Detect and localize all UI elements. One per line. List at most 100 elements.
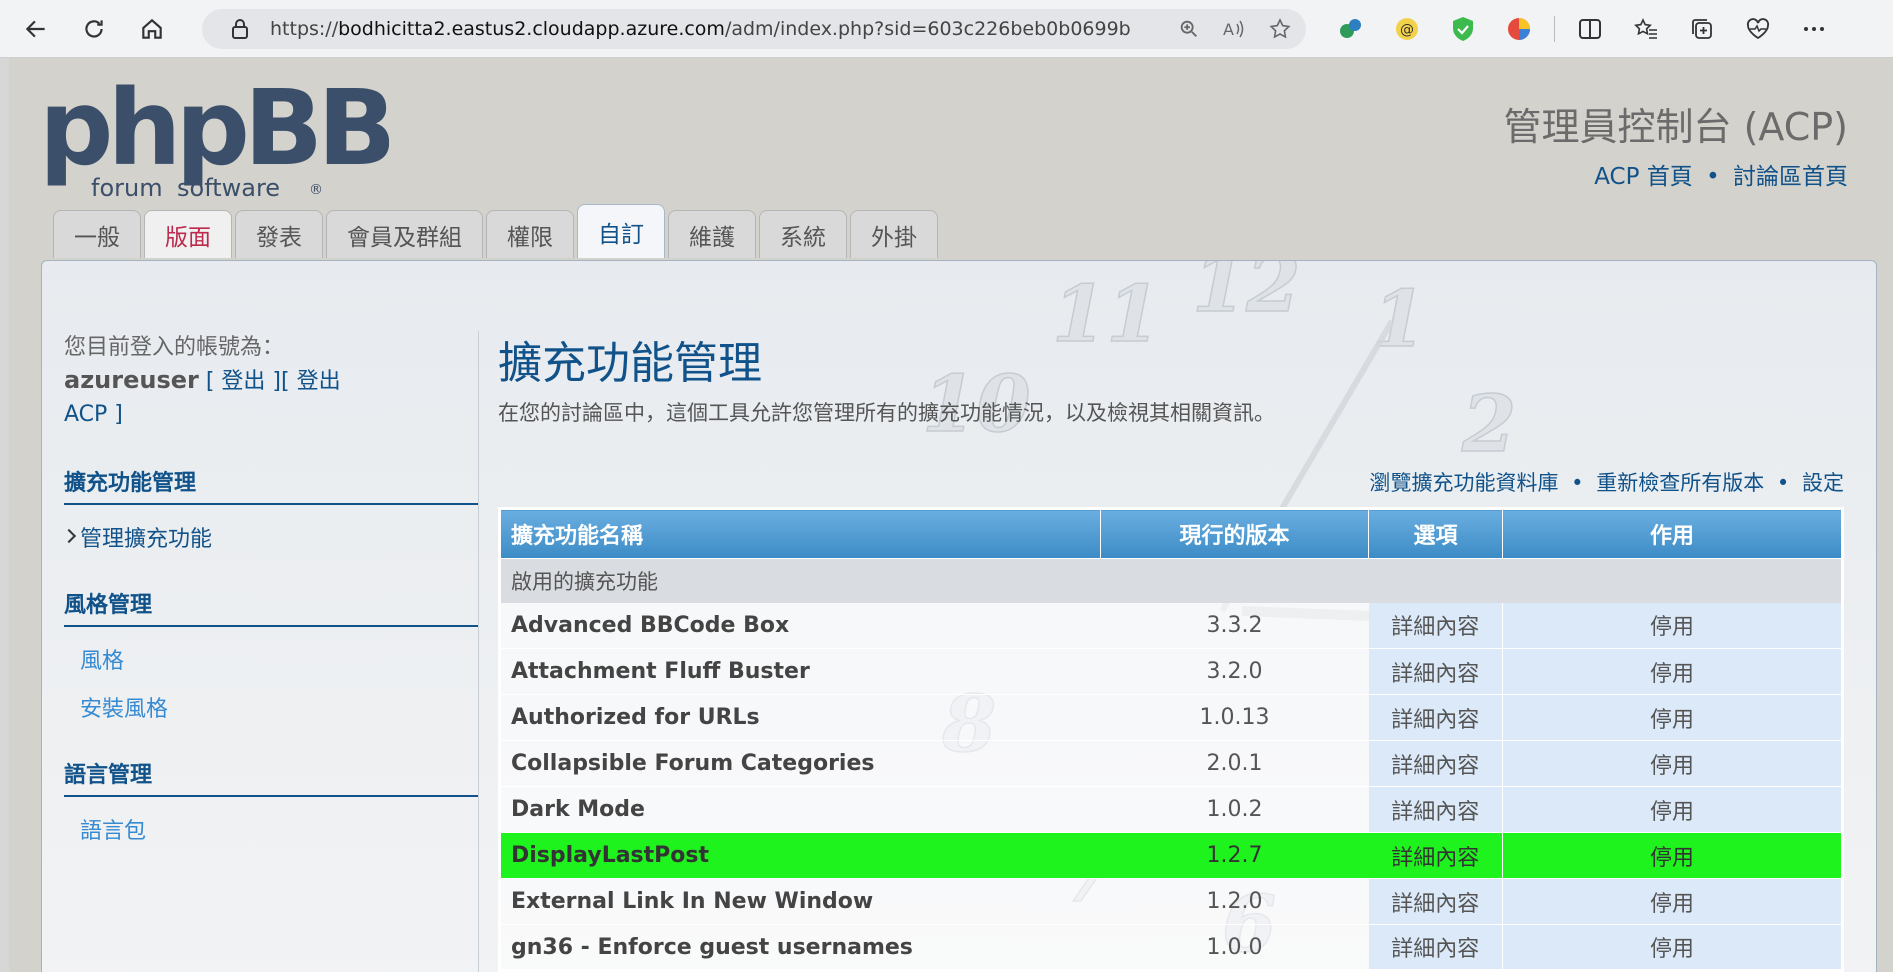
svg-text:software: software [177, 174, 280, 202]
recheck-versions-link[interactable]: 重新檢查所有版本 [1596, 471, 1764, 495]
sidebar-divider [478, 331, 479, 972]
home-button[interactable] [130, 7, 174, 51]
details-link[interactable]: 詳細內容 [1368, 602, 1503, 649]
table-row: Attachment Fluff Buster 3.2.0 詳細內容 停用 [499, 648, 1843, 695]
svg-text:12: 12 [1192, 261, 1301, 330]
sidebar-item-styles[interactable]: 風格 [64, 643, 374, 675]
extension-name: External Link In New Window [499, 878, 1101, 925]
disable-link[interactable]: 停用 [1502, 602, 1843, 649]
column-header-actions: 作用 [1502, 508, 1843, 559]
extensions-table: 擴充功能名稱 現行的版本 選項 作用 啟用的擴充功能 Advanced BBCo… [498, 507, 1844, 972]
favorites-icon[interactable] [1625, 8, 1667, 50]
table-row: Advanced BBCode Box 3.3.2 詳細內容 停用 [499, 602, 1843, 649]
extension-version: 1.2.7 [1100, 832, 1369, 879]
username: azureuser [64, 366, 199, 394]
disable-link[interactable]: 停用 [1502, 878, 1843, 925]
split-screen-icon[interactable] [1569, 8, 1611, 50]
logout-link[interactable]: [ 登出 ] [206, 369, 281, 394]
details-link[interactable]: 詳細內容 [1368, 694, 1503, 741]
refresh-button[interactable] [72, 7, 116, 51]
disable-link[interactable]: 停用 [1502, 740, 1843, 787]
link-separator: • [1706, 164, 1720, 190]
settings-link[interactable]: 設定 [1802, 471, 1844, 495]
acp-home-link[interactable]: ACP 首頁 [1594, 164, 1693, 190]
details-link[interactable]: 詳細內容 [1368, 786, 1503, 833]
browse-extensions-db-link[interactable]: 瀏覽擴充功能資料庫 [1369, 471, 1558, 495]
details-link[interactable]: 詳細內容 [1368, 832, 1503, 879]
extension-shield-icon[interactable] [1442, 8, 1484, 50]
url-text[interactable]: https://bodhicitta2.eastus2.cloudapp.azu… [270, 18, 1130, 40]
address-bar[interactable]: https://bodhicitta2.eastus2.cloudapp.azu… [202, 9, 1306, 49]
lock-icon [220, 18, 260, 40]
svg-text:@: @ [1400, 22, 1414, 38]
back-arrow-icon [25, 20, 45, 37]
read-aloud-icon[interactable]: A [1222, 18, 1246, 40]
svg-text:A: A [1223, 20, 1234, 39]
disable-link[interactable]: 停用 [1502, 648, 1843, 695]
details-link[interactable]: 詳細內容 [1368, 740, 1503, 787]
extension-name: gn36 - Enforce guest usernames [499, 924, 1101, 971]
toolbar-divider [1554, 16, 1555, 42]
tab-extensions[interactable]: 外掛 [850, 210, 938, 258]
tab-general[interactable]: 一般 [53, 210, 141, 258]
acp-header-links: ACP 首頁 • 討論區首頁 [1503, 157, 1848, 191]
tab-users-groups[interactable]: 會員及群組 [326, 210, 483, 258]
acp-title: 管理員控制台 (ACP) [1503, 105, 1848, 149]
back-button[interactable] [14, 7, 58, 51]
extension-name: Dark Mode [499, 786, 1101, 833]
sidebar-item-install-styles[interactable]: 安裝風格 [64, 691, 374, 723]
sidebar-item-language-packs[interactable]: 語言包 [64, 813, 374, 845]
tab-system[interactable]: 系統 [759, 210, 847, 258]
tab-customise[interactable]: 自訂 [577, 204, 665, 258]
extension-name: Advanced BBCode Box [499, 602, 1101, 649]
tab-posting[interactable]: 發表 [235, 210, 323, 258]
extension-colorwheel-icon[interactable] [1498, 8, 1540, 50]
table-row: Collapsible Forum Categories 2.0.1 詳細內容 停用 [499, 740, 1843, 787]
extension-at-icon[interactable]: @ [1386, 8, 1428, 50]
page-title: 擴充功能管理 [498, 338, 762, 389]
sidebar-section-title: 風格管理 [64, 587, 478, 627]
sidebar: 您目前登入的帳號為： azureuser [ 登出 ][ 登出 ACP ] 擴充… [64, 331, 478, 845]
acp-tabs: 一般 版面 發表 會員及群組 權限 自訂 維護 系統 外掛 [53, 204, 938, 258]
disable-link[interactable]: 停用 [1502, 786, 1843, 833]
extension-version: 1.0.13 [1100, 694, 1369, 741]
more-menu-icon[interactable] [1793, 8, 1835, 50]
extension-leaf-icon[interactable] [1330, 8, 1372, 50]
sidebar-section-title: 語言管理 [64, 757, 478, 797]
collections-icon[interactable] [1681, 8, 1723, 50]
extension-version: 3.3.2 [1100, 602, 1369, 649]
table-row: DisplayLastPost 1.2.7 詳細內容 停用 [499, 832, 1843, 879]
svg-text:forum: forum [91, 174, 163, 202]
extension-actions: 瀏覽擴充功能資料庫 • 重新檢查所有版本 • 設定 [498, 467, 1864, 497]
disable-link[interactable]: 停用 [1502, 924, 1843, 971]
disable-link[interactable]: 停用 [1502, 832, 1843, 879]
performance-heart-icon[interactable] [1737, 8, 1779, 50]
table-row: Dark Mode 1.0.2 詳細內容 停用 [499, 786, 1843, 833]
tab-maintenance[interactable]: 維護 [668, 210, 756, 258]
content-panel: 12 11 1 2 10 9 3 4 8 7 6 5 您目前登入的帳號為： az… [41, 260, 1877, 972]
extension-name: Collapsible Forum Categories [499, 740, 1101, 787]
browser-toolbar: https://bodhicitta2.eastus2.cloudapp.azu… [0, 0, 1893, 58]
acp-header: 管理員控制台 (ACP) ACP 首頁 • 討論區首頁 [1503, 96, 1848, 191]
extension-version: 3.2.0 [1100, 648, 1369, 695]
home-icon [142, 18, 162, 39]
board-home-link[interactable]: 討論區首頁 [1733, 164, 1848, 190]
tab-permissions[interactable]: 權限 [486, 210, 574, 258]
zoom-icon[interactable] [1178, 18, 1200, 40]
phpbb-logo[interactable]: phpBB forum software ® [39, 67, 396, 206]
group-label-enabled: 啟用的擴充功能 [499, 558, 1843, 603]
details-link[interactable]: 詳細內容 [1368, 878, 1503, 925]
sidebar-section-title: 擴充功能管理 [64, 465, 478, 505]
table-row: External Link In New Window 1.2.0 詳細內容 停用 [499, 878, 1843, 925]
tab-forums[interactable]: 版面 [144, 210, 232, 258]
favorite-star-icon[interactable] [1268, 17, 1292, 41]
svg-text:®: ® [309, 182, 323, 198]
details-link[interactable]: 詳細內容 [1368, 924, 1503, 971]
svg-text:phpBB: phpBB [39, 76, 389, 189]
sidebar-item-manage-extensions[interactable]: 管理擴充功能 [64, 521, 374, 553]
link-separator: • [1571, 471, 1584, 495]
disable-link[interactable]: 停用 [1502, 694, 1843, 741]
column-header-options: 選項 [1368, 508, 1503, 559]
table-row: gn36 - Enforce guest usernames 1.0.0 詳細內容停… [499, 924, 1843, 971]
details-link[interactable]: 詳細內容 [1368, 648, 1503, 695]
